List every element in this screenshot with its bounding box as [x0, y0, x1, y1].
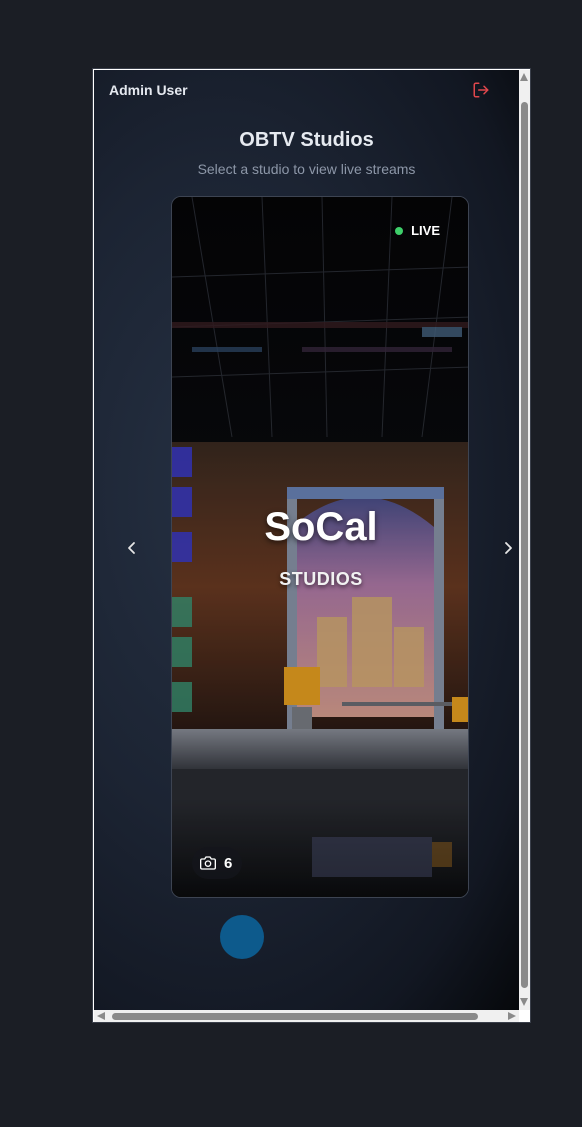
logout-icon[interactable] — [472, 81, 490, 99]
scroll-left-icon[interactable] — [97, 1012, 105, 1020]
chevron-right-icon[interactable] — [500, 540, 516, 556]
page-subtitle: Select a studio to view live streams — [197, 161, 416, 177]
top-bar: Admin User — [94, 70, 519, 110]
page-title: OBTV Studios — [239, 129, 374, 151]
browser-frame: Admin User OBTV Studios Select a studio … — [92, 68, 531, 1023]
camera-icon — [200, 856, 216, 870]
live-indicator-dot — [395, 226, 404, 235]
horizontal-scroll-thumb[interactable] — [112, 1013, 478, 1020]
chevron-left-icon[interactable] — [124, 540, 140, 556]
vertical-scroll-thumb[interactable] — [521, 102, 528, 988]
horizontal-scrollbar[interactable] — [94, 1010, 519, 1022]
live-status-badge: LIVE — [395, 223, 440, 238]
scroll-down-icon[interactable] — [520, 998, 528, 1006]
vertical-scrollbar[interactable] — [519, 70, 530, 1010]
scroll-right-icon[interactable] — [508, 1012, 516, 1020]
camera-count-value: 6 — [224, 854, 233, 872]
studio-name: SoCal — [264, 505, 378, 549]
scroll-up-icon[interactable] — [520, 73, 528, 81]
user-name: Admin User — [109, 82, 188, 98]
app-viewport: Admin User OBTV Studios Select a studio … — [94, 70, 519, 1010]
studio-subtitle: STUDIOS — [279, 569, 363, 589]
live-status-label: LIVE — [411, 223, 440, 238]
camera-count-badge: 6 — [192, 847, 243, 879]
carousel-indicator[interactable] — [220, 915, 264, 959]
studio-card[interactable]: LIVE SoCal STUDIOS 6 — [171, 196, 469, 898]
